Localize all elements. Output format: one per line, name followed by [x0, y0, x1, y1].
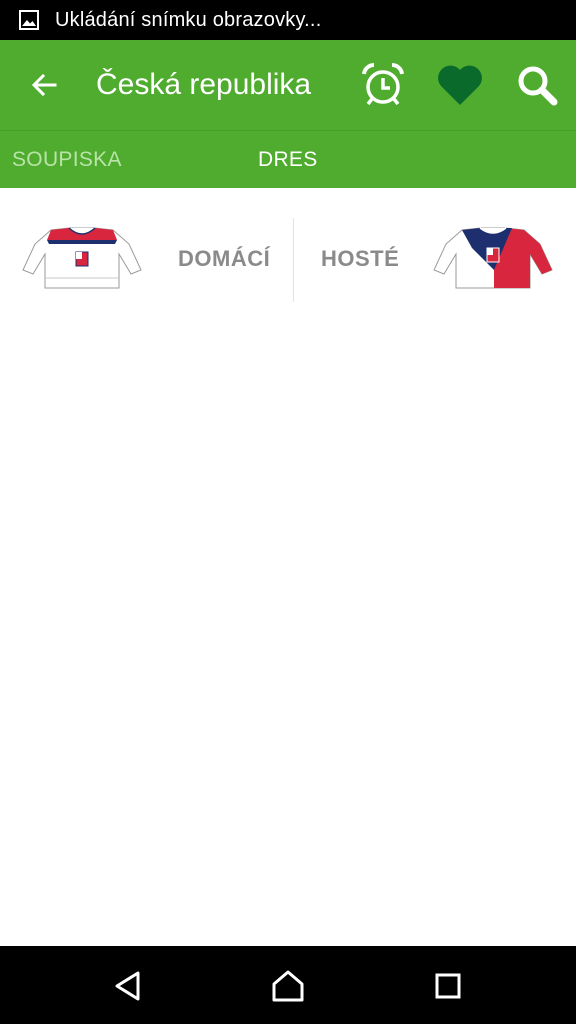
tab-soupiska[interactable]: SOUPISKA — [12, 131, 122, 188]
system-nav-bar — [0, 946, 576, 1024]
recents-icon — [435, 973, 461, 999]
nav-back-button[interactable] — [106, 964, 150, 1008]
jersey-section: DOMÁCÍ HOSTÉ — [0, 188, 576, 328]
tab-dres[interactable]: DRES — [258, 131, 318, 188]
search-icon — [518, 66, 558, 106]
search-button[interactable] — [512, 60, 562, 110]
home-icon — [272, 970, 304, 1002]
back-button[interactable] — [22, 63, 66, 107]
away-jersey-label[interactable]: HOSTÉ — [321, 246, 399, 272]
alarm-clock-icon — [362, 62, 404, 106]
app-toolbar: Česká republika — [0, 40, 576, 130]
home-jersey-label[interactable]: DOMÁCÍ — [178, 246, 270, 272]
image-icon — [19, 10, 39, 30]
nav-recents-button[interactable] — [426, 964, 470, 1008]
status-bar: Ukládání snímku obrazovky... — [0, 0, 576, 40]
divider — [293, 218, 294, 302]
notification-text: Ukládání snímku obrazovky... — [55, 8, 322, 31]
tab-bar: SOUPISKA DRES — [0, 130, 576, 188]
heart-icon — [438, 65, 482, 105]
nav-home-button[interactable] — [266, 964, 310, 1008]
favorite-button[interactable] — [435, 60, 485, 110]
away-jersey-image[interactable] — [432, 226, 554, 290]
back-triangle-icon — [115, 971, 140, 1001]
page-title: Česká republika — [96, 68, 312, 101]
back-arrow-icon — [31, 73, 57, 97]
home-jersey-image[interactable] — [21, 226, 143, 290]
alarm-button[interactable] — [358, 60, 408, 110]
